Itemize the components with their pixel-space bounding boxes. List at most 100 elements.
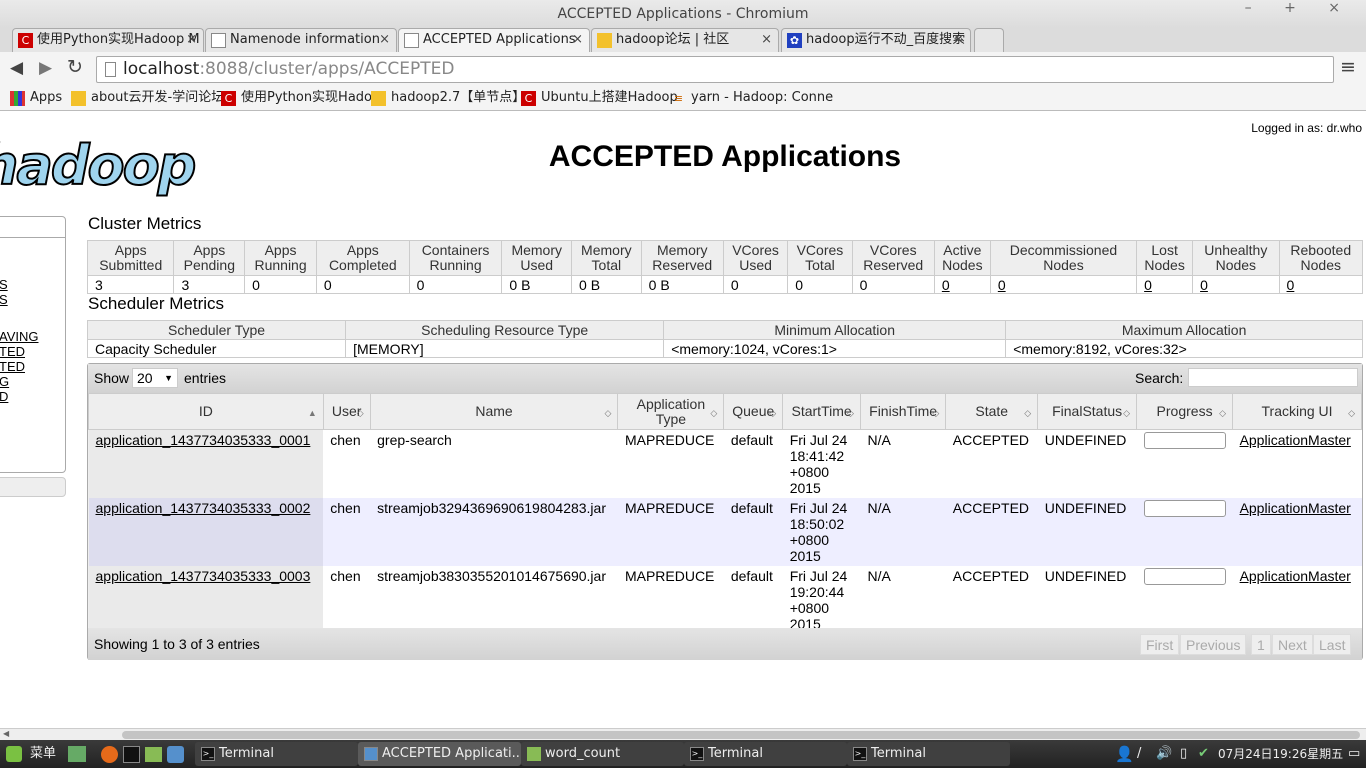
progress-cell [1136,429,1233,498]
mint-menu-icon[interactable] [6,746,22,762]
header-line: Nodes [942,257,983,273]
app-id-link[interactable]: application_1437734035333_0003 [88,566,324,634]
entries-select[interactable]: 20 ▼ [132,368,178,388]
start-time-line: 18:50:02 [789,516,845,532]
window-controls[interactable]: – + × [1245,0,1354,16]
column-header[interactable]: State ◇ [945,393,1039,430]
show-desktop-icon[interactable] [68,746,86,762]
pager-next[interactable]: Next [1272,634,1313,655]
close-icon[interactable]: × [379,29,390,51]
metric-value[interactable]: 0 [1136,275,1194,294]
bookmark-4[interactable]: C Ubuntu上搭建Hadoop [521,86,678,110]
horizontal-scrollbar[interactable]: ◀ [0,728,1366,740]
metric-value[interactable]: 0 [989,275,1138,294]
forward-icon[interactable]: ▶ [39,58,52,78]
tab-2[interactable]: ACCEPTED Applications × [398,28,590,52]
stackoverflow-icon: ≡ [673,92,684,105]
chromium-icon[interactable] [167,746,184,763]
header-line: Reserved [652,257,713,273]
tracking-ui-link[interactable]: ApplicationMaster [1232,429,1362,498]
menu-button[interactable]: 菜单 [30,740,56,768]
scrollbar-thumb[interactable] [122,731,1360,739]
user-icon[interactable]: 👤 [1115,740,1134,768]
column-header[interactable]: ID ▲ [88,393,324,430]
trophy-icon [597,33,612,48]
column-header[interactable]: Application Type ◇ [617,393,725,430]
terminal-icon: >_ [690,747,704,761]
tab-3[interactable]: hadoop论坛 | 社区 × [591,28,779,52]
bookmark-3[interactable]: hadoop2.7【单节点】 [371,86,525,110]
sidebar-tools[interactable] [0,477,66,497]
volume-icon[interactable]: 🔊 [1156,740,1172,768]
cluster-metrics-table: Apps Submitted Apps Pending Apps Running Apps C… [86,240,1364,294]
column-header[interactable]: FinishTime ◇ [859,393,947,430]
column-header[interactable]: StartTime ◇ [782,393,861,430]
close-icon[interactable]: × [186,29,197,51]
bookmark-apps[interactable]: Apps [10,86,62,110]
new-tab-button[interactable] [974,28,1004,52]
back-icon[interactable]: ◀ [10,58,23,78]
column-header[interactable]: FinalStatus ◇ [1037,393,1138,430]
network-icon[interactable]: / [1137,740,1141,768]
metric-value[interactable]: 0 [1278,275,1364,294]
nav-link-new-saving[interactable]: AVING [0,329,39,344]
pager-1[interactable]: 1 [1251,634,1271,655]
nav-link[interactable]: S [0,277,8,292]
taskbar-item-terminal-3[interactable]: >_ Terminal [847,742,1010,766]
page-title: ACCEPTED Applications [548,140,902,173]
menu-icon[interactable]: ≡ [1340,56,1356,78]
column-header[interactable]: User ◇ [322,393,371,430]
metric-value[interactable]: 0 [933,275,991,294]
column-header[interactable]: Progress ◇ [1136,393,1234,430]
start-time-line: 18:41:42 [789,448,845,464]
app-id-link[interactable]: application_1437734035333_0002 [88,498,324,566]
bookmark-5[interactable]: ≡ yarn - Hadoop: Conne [671,86,833,110]
nav-link-accepted[interactable]: TED [0,359,25,374]
pager-last[interactable]: Last [1313,634,1352,655]
close-icon[interactable]: × [572,29,583,51]
bookmark-2[interactable]: C 使用Python实现Hado [221,86,372,110]
taskbar-item-terminal-2[interactable]: >_ Terminal [684,742,847,766]
pager-previous[interactable]: Previous [1180,634,1247,655]
reload-icon[interactable]: ↻ [67,56,83,78]
bookmark-1[interactable]: about云开发-学问论坛 [71,86,224,110]
sort-icon: ◇ [769,408,777,418]
tracking-ui-link[interactable]: ApplicationMaster [1232,566,1362,634]
nav-link[interactable]: S [0,292,8,307]
pager-first[interactable]: First [1140,634,1180,655]
terminal-icon[interactable] [123,746,140,763]
workspace-icon[interactable]: ▭ [1348,740,1360,768]
column-header[interactable]: Tracking UI ◇ [1232,393,1362,430]
nav-link-finished[interactable]: D [0,389,8,404]
nav-link-submitted[interactable]: TED [0,344,25,359]
taskbar-item-folder[interactable]: word_count [521,742,684,766]
tab-0[interactable]: C 使用Python实现Hadoop M × [12,28,204,52]
taskbar-item-chromium[interactable]: ACCEPTED Applicati... [358,742,521,766]
start-time-line: 2015 [789,480,821,496]
taskbar-item-terminal-1[interactable]: >_ Terminal [195,742,358,766]
header-line: Running [429,257,482,273]
folder-icon[interactable] [145,747,162,762]
search-input[interactable] [1188,368,1358,387]
tab-1[interactable]: Namenode information × [205,28,397,52]
header-line: Used [739,257,772,273]
nav-link-running[interactable]: G [0,374,9,389]
sort-icon: ◇ [710,408,718,418]
sort-icon: ◇ [932,408,940,418]
column-header[interactable]: Queue ◇ [723,393,784,430]
column-header[interactable]: Name ◇ [369,393,619,430]
close-icon[interactable]: × [761,29,772,51]
firefox-icon[interactable] [101,746,118,763]
metric-value[interactable]: 0 [1192,275,1280,294]
app-id-link[interactable]: application_1437734035333_0001 [88,429,324,498]
clock[interactable]: 07月24日19:26星期五 [1218,740,1343,768]
battery-icon[interactable]: ▯ [1180,740,1187,768]
header-line: Name [475,403,513,419]
tab-label: hadoop论坛 | 社区 [616,32,730,47]
shield-icon[interactable]: ✔ [1198,740,1209,768]
tracking-ui-link[interactable]: ApplicationMaster [1232,498,1362,566]
scroll-left-icon[interactable]: ◀ [3,729,9,738]
address-bar[interactable]: localhost:8088/cluster/apps/ACCEPTED [96,56,1334,83]
tab-4[interactable]: ✿ hadoop运行不动_百度搜索 × [781,28,971,52]
close-icon[interactable]: × [953,29,964,51]
